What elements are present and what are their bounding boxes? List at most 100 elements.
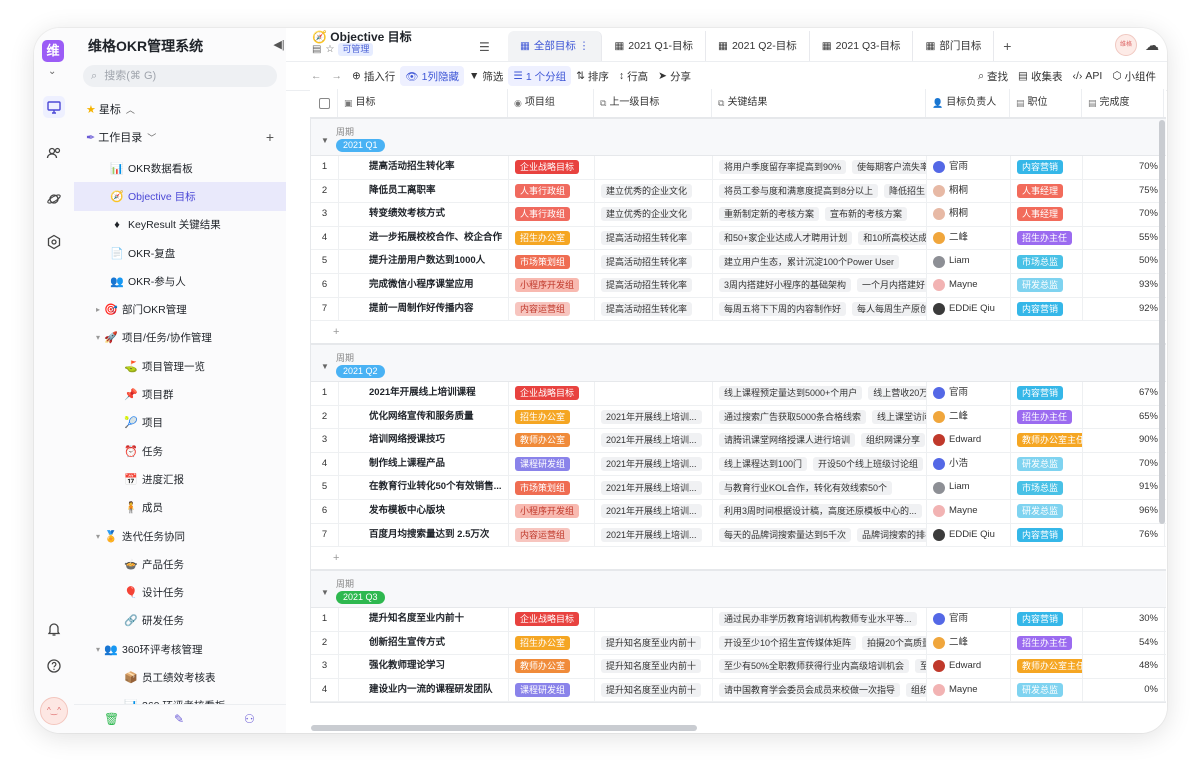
position-cell[interactable]: 市场总监 (1011, 476, 1083, 499)
position-cell[interactable]: 研发总监 (1011, 273, 1083, 297)
team-cell[interactable]: 内容运营组 (509, 523, 595, 547)
sidebar-item[interactable]: 🔗 研发任务 (74, 607, 286, 635)
goal-cell[interactable]: 提升知名度至业内前十 (339, 608, 509, 631)
chevron-down-icon[interactable]: ▾ (96, 333, 104, 342)
insert-row-button[interactable]: ⊕ 插入行 (347, 66, 400, 86)
table-row[interactable]: 2 降低员工离职率 人事行政组 建立优秀的企业文化 将员工参与度和满意度提高到8分以上降… (311, 179, 1166, 204)
progress-cell[interactable]: 54% (1083, 631, 1165, 655)
goal-cell[interactable]: 降低员工离职率 (339, 179, 509, 203)
owner-cell[interactable]: Liam (927, 250, 1011, 273)
table-row[interactable]: 4 建设业内一流的课程研发团队 课程研发组 提升知名度至业内前十 请中国教育学会委员会成… (311, 678, 1166, 703)
owner-cell[interactable]: 二峰 (927, 405, 1011, 429)
parent-goal-cell[interactable]: 建立优秀的企业文化 (595, 179, 713, 203)
owner-cell[interactable]: Mayne (927, 273, 1011, 297)
invite-member-icon[interactable]: ⚇ (244, 712, 255, 726)
filter-button[interactable]: ▼ 筛选 (464, 66, 508, 86)
key-results-cell[interactable]: 将用户季度留存率提高到90% 使每期客户流失率 (713, 156, 927, 179)
parent-goal-cell[interactable]: 提高活动招生转化率 (595, 226, 713, 250)
view-tab[interactable]: ▦ 2021 Q1-目标 (602, 31, 707, 61)
sidebar-item[interactable]: ▾ 👥 360环评考核管理 (74, 635, 286, 663)
sidebar-item[interactable]: ▾ 🚀 项目/任务/协作管理 (74, 324, 286, 352)
key-results-cell[interactable]: 重新制定新的考核方案 宣布新的考核方案 (713, 203, 927, 226)
parent-goal-cell[interactable]: 提高活动招生转化率 (595, 297, 713, 321)
parent-goal-cell[interactable] (595, 382, 713, 405)
progress-cell[interactable]: 93% (1083, 273, 1165, 297)
key-results-cell[interactable]: 利用3周时间根据设计稿，高度还原模板中心的... (713, 499, 927, 523)
sidebar-item[interactable]: 📌 项目群 (74, 380, 286, 408)
owner-cell[interactable]: Edward (927, 655, 1011, 678)
progress-cell[interactable]: 55% (1083, 226, 1165, 250)
goal-cell[interactable]: 培训网络授课技巧 (339, 429, 509, 452)
parent-goal-cell[interactable]: 2021年开展线上培训... (595, 476, 713, 499)
chevron-down-icon[interactable]: ▼ (321, 588, 329, 597)
parent-goal-cell[interactable]: 提升知名度至业内前十 (595, 678, 713, 702)
progress-cell[interactable]: 0% (1083, 678, 1165, 702)
position-cell[interactable]: 研发总监 (1011, 678, 1083, 702)
owner-cell[interactable]: 二峰 (927, 226, 1011, 250)
goal-cell[interactable]: 转变绩效考核方式 (339, 203, 509, 226)
horizontal-scrollbar[interactable] (311, 725, 697, 731)
key-results-cell[interactable]: 请中国教育学会委员会成员来校做一次指导组织 (713, 678, 927, 702)
team-cell[interactable]: 课程研发组 (509, 678, 595, 702)
parent-goal-cell[interactable]: 2021年开展线上培训... (595, 523, 713, 547)
sidebar-item[interactable]: 📅 进度汇报 (74, 465, 286, 493)
add-record-button[interactable]: + (311, 321, 1166, 343)
sidebar-item[interactable]: ⛳ 项目管理一览 (74, 352, 286, 380)
hidden-columns-button[interactable]: 👁 1列隐藏 (400, 66, 464, 86)
hexagon-settings-icon[interactable] (43, 231, 65, 253)
add-node-icon[interactable]: + (266, 129, 274, 145)
team-cell[interactable]: 教师办公室 (509, 655, 595, 678)
team-cell[interactable]: 内容运营组 (509, 297, 595, 321)
progress-cell[interactable]: 30% (1083, 608, 1165, 631)
chevron-down-icon[interactable]: ▾ (96, 645, 104, 654)
owner-cell[interactable]: EDDiE Qiu (927, 297, 1011, 321)
progress-cell[interactable]: 70% (1083, 156, 1165, 179)
progress-cell[interactable]: 75% (1083, 179, 1165, 203)
progress-cell[interactable]: 65% (1083, 405, 1165, 429)
goal-cell[interactable]: 提高活动招生转化率 (339, 156, 509, 179)
position-cell[interactable]: 内容营销 (1011, 523, 1083, 547)
sidebar-item[interactable]: 👥 OKR-参与人 (74, 267, 286, 295)
goal-cell[interactable]: 进一步拓展校校合作、校企合作 (339, 226, 509, 250)
progress-cell[interactable]: 76% (1083, 523, 1165, 547)
team-cell[interactable]: 小程序开发组 (509, 273, 595, 297)
goal-cell[interactable]: 提前一周制作好传播内容 (339, 297, 509, 321)
position-cell[interactable]: 人事经理 (1011, 179, 1083, 203)
favorite-star-icon[interactable]: ☆ (325, 44, 334, 55)
space-logo[interactable]: 维 (42, 40, 64, 62)
planet-icon[interactable] (43, 188, 65, 210)
sidebar-item[interactable]: 📊 OKR数据看板 (74, 154, 286, 182)
position-cell[interactable]: 招生办主任 (1011, 405, 1083, 429)
team-cell[interactable]: 市场策划组 (509, 476, 595, 499)
api-button[interactable]: ‹/› API (1067, 66, 1107, 86)
group-header[interactable]: ▼ 周期 2021 Q1 (311, 119, 1166, 156)
view-tab[interactable]: ▦ 部门目标 (913, 31, 995, 61)
position-cell[interactable]: 市场总监 (1011, 250, 1083, 273)
info-icon[interactable]: ▤ (312, 44, 321, 55)
widget-button[interactable]: ⬡ 小组件 (1107, 66, 1161, 86)
owner-cell[interactable]: 桐桐 (927, 179, 1011, 203)
view-tab[interactable]: ▦ 2021 Q2-目标 (706, 31, 810, 61)
goal-cell[interactable]: 强化教师理论学习 (339, 655, 509, 678)
team-cell[interactable]: 小程序开发组 (509, 499, 595, 523)
team-cell[interactable]: 招生办公室 (509, 631, 595, 655)
chevron-down-icon[interactable]: ▼ (321, 136, 329, 145)
table-row[interactable]: 1 提升知名度至业内前十 企业战略目标 通过民办非学历教育培训机构教师专业水平等...… (311, 608, 1166, 632)
search-input[interactable]: ⌕ 搜索(⌘ G) (83, 65, 277, 87)
table-row[interactable]: 5 在教育行业转化50个有效销售... 市场策划组 2021年开展线上培训... 与教育… (311, 476, 1166, 500)
column-header-owner[interactable]: 👤 目标负责人 (926, 89, 1010, 117)
sidebar-item[interactable]: 🧭 Objective 目标 (74, 182, 286, 211)
key-results-cell[interactable]: 每周五将下下周的内容制作好 每人每周生产原创 (713, 297, 927, 321)
progress-cell[interactable]: 50% (1083, 250, 1165, 273)
goal-cell[interactable]: 2021年开展线上培训课程 (339, 382, 509, 405)
position-cell[interactable]: 招生办主任 (1011, 226, 1083, 250)
goal-cell[interactable]: 制作线上课程产品 (339, 452, 509, 476)
add-view-button[interactable]: + (994, 31, 1020, 61)
progress-cell[interactable]: 70% (1083, 203, 1165, 226)
parent-goal-cell[interactable]: 2021年开展线上培训... (595, 452, 713, 476)
parent-goal-cell[interactable]: 2021年开展线上培训... (595, 405, 713, 429)
team-cell[interactable]: 人事行政组 (509, 203, 595, 226)
sidebar-item[interactable]: 🎾 项目 (74, 409, 286, 437)
owner-cell[interactable]: 桐桐 (927, 203, 1011, 226)
goal-cell[interactable]: 优化网络宣传和服务质量 (339, 405, 509, 429)
